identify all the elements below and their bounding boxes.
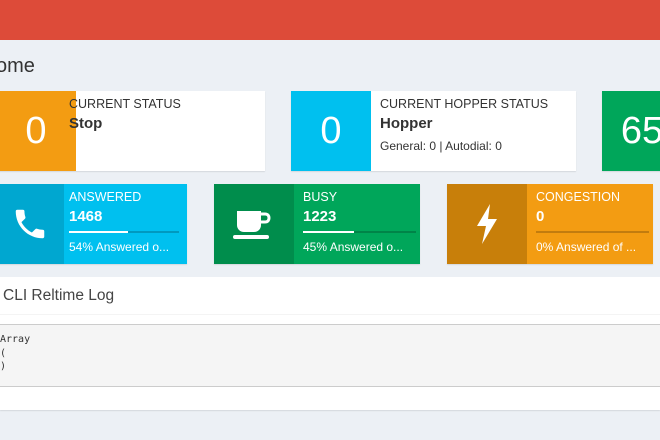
busy-label: BUSY	[303, 190, 338, 204]
hopper-status-desc: General: 0 | Autodial: 0	[380, 139, 502, 153]
answered-label: ANSWERED	[69, 190, 142, 204]
third-status-box: 65	[602, 91, 660, 171]
busy-desc: 45% Answered o...	[303, 240, 404, 254]
answered-progress	[69, 231, 179, 233]
cli-log-panel: CLI Reltime Log Array ( )	[0, 277, 660, 410]
current-status-value: Stop	[69, 115, 103, 132]
congestion-progress	[536, 231, 649, 233]
hopper-status-value: Hopper	[380, 115, 433, 132]
cli-log-output[interactable]: Array ( )	[0, 324, 660, 387]
congestion-box: CONGESTION 0 0% Answered of ...	[447, 184, 653, 264]
hopper-status-box: 0 CURRENT HOPPER STATUS Hopper General: …	[291, 91, 576, 171]
hopper-count: 0	[291, 91, 371, 171]
congestion-label: CONGESTION	[536, 190, 621, 204]
current-status-count: 0	[0, 91, 76, 171]
answered-progress-fill	[69, 231, 129, 233]
coffee-cup-icon	[214, 184, 294, 264]
third-status-count: 65	[602, 91, 660, 171]
cli-log-title: CLI Reltime Log	[3, 287, 115, 304]
lightning-bolt-icon	[447, 184, 527, 264]
current-status-label: CURRENT STATUS	[69, 97, 181, 111]
congestion-desc: 0% Answered of ...	[536, 240, 637, 254]
answered-desc: 54% Answered o...	[69, 240, 170, 254]
busy-box: BUSY 1223 45% Answered o...	[214, 184, 420, 264]
busy-value: 1223	[303, 208, 337, 225]
phone-icon	[0, 184, 64, 264]
hopper-status-label: CURRENT HOPPER STATUS	[380, 97, 549, 111]
page-title: ome	[0, 55, 35, 77]
answered-box: ANSWERED 1468 54% Answered o...	[0, 184, 187, 264]
current-status-box: 0 CURRENT STATUS Stop	[0, 91, 265, 171]
congestion-value: 0	[536, 208, 545, 225]
busy-progress-fill	[303, 231, 354, 233]
divider	[0, 314, 660, 315]
top-navbar	[0, 0, 660, 40]
busy-progress	[303, 231, 416, 233]
answered-value: 1468	[69, 208, 103, 225]
